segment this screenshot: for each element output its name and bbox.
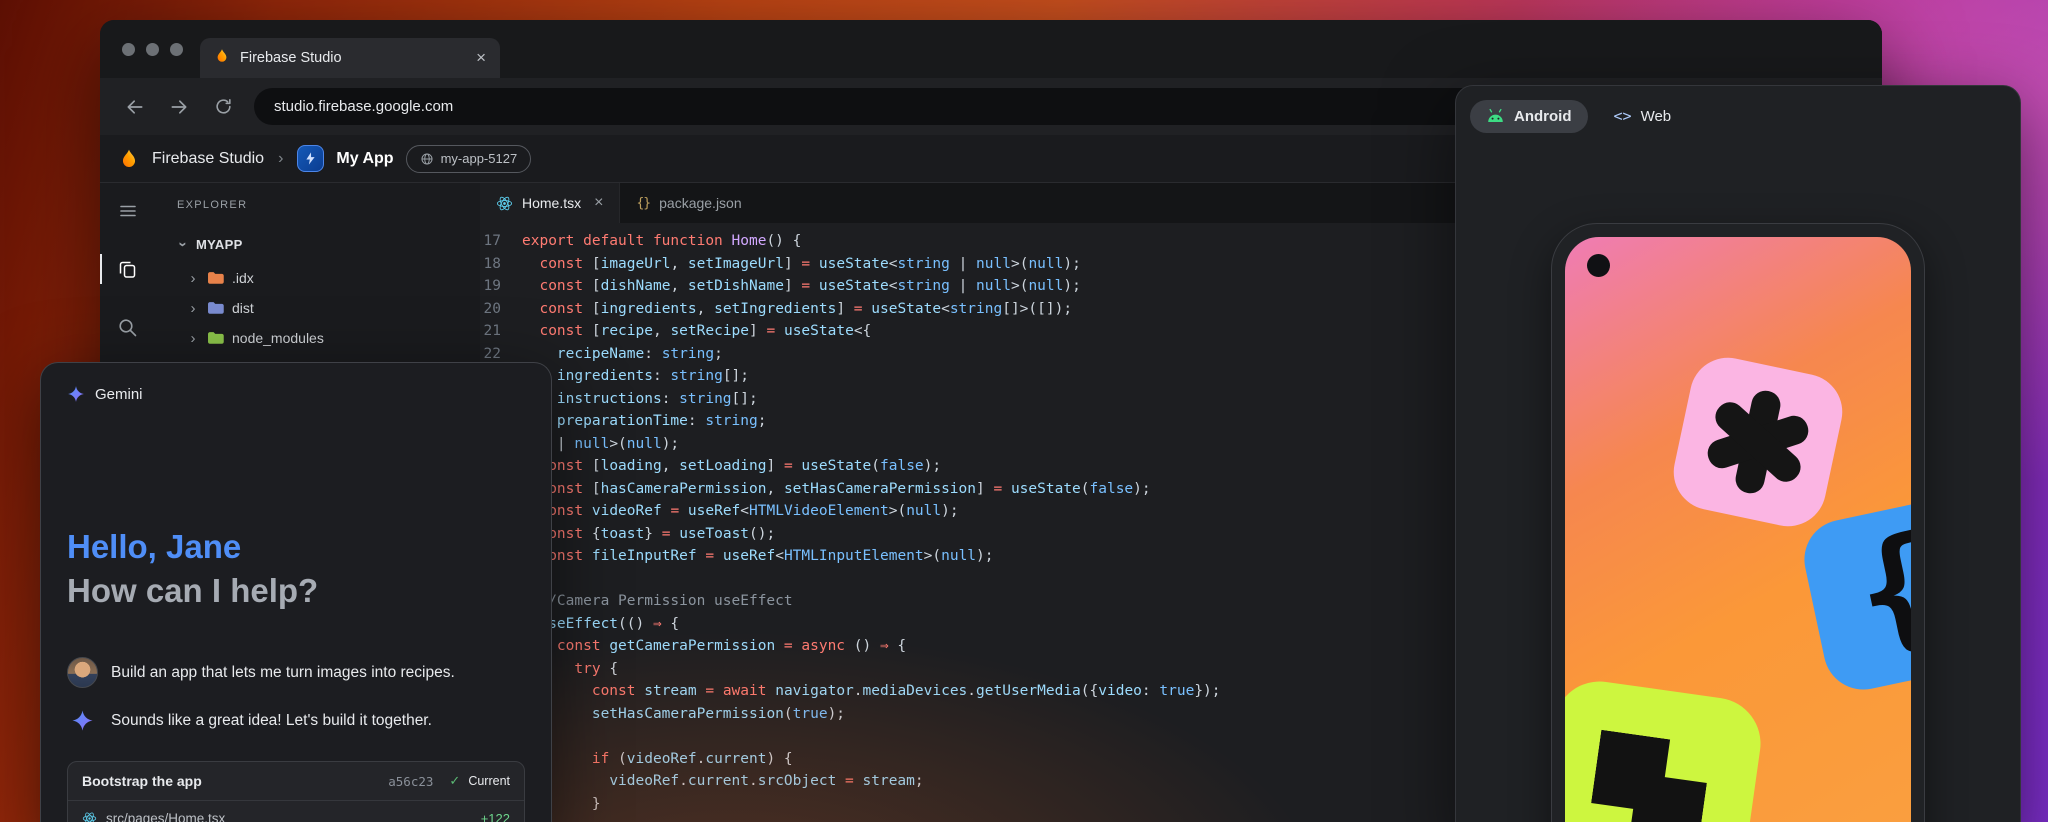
pink-asterisk-tile: [1667, 351, 1850, 534]
folder-name: node_modules: [232, 330, 324, 346]
search-view-button[interactable]: [100, 307, 155, 347]
app-id-icon: [420, 152, 434, 166]
abstract-bracket-icon: [1586, 730, 1712, 822]
editor-tab-label: Home.tsx: [522, 195, 581, 211]
explorer-root-folder[interactable]: › MYAPP: [177, 231, 480, 257]
window-close-button[interactable]: [122, 43, 135, 56]
diff-added-count: +122: [481, 811, 510, 822]
browser-tab-firebase-studio[interactable]: Firebase Studio ×: [200, 38, 500, 78]
browser-tab-title: Firebase Studio: [240, 50, 342, 66]
reload-button[interactable]: [210, 94, 236, 120]
task-card-header[interactable]: Bootstrap the app a56c23 ✓ Current: [68, 762, 524, 800]
chevron-right-icon: ›: [187, 330, 199, 347]
file-path: src/pages/Home.tsx: [106, 811, 472, 822]
blue-brace-tile: {: [1797, 493, 1911, 697]
breadcrumb-separator: ›: [276, 150, 285, 168]
editor-tab-label: package.json: [659, 195, 742, 211]
device-tab-web[interactable]: <> Web: [1598, 99, 1688, 133]
user-message: Build an app that lets me turn images in…: [67, 657, 455, 688]
back-button[interactable]: [122, 94, 148, 120]
camera-punch-hole: [1587, 254, 1610, 277]
user-message-text: Build an app that lets me turn images in…: [111, 664, 455, 682]
check-icon: ✓: [449, 773, 460, 789]
assistant-message: Sounds like a great idea! Let's build it…: [67, 709, 432, 732]
react-icon: [82, 811, 97, 822]
folder-icon: [207, 271, 224, 285]
window-controls: [122, 43, 183, 56]
app-preview-screen[interactable]: {: [1565, 237, 1911, 822]
task-title: Bootstrap the app: [82, 773, 380, 789]
folder-name: .idx: [232, 270, 254, 286]
explorer-item-idx[interactable]: › .idx: [177, 263, 480, 293]
screenshot-root: Firebase Studio × studio.firebase.google…: [0, 0, 2048, 822]
app-name: My App: [336, 150, 393, 168]
folder-icon: [207, 301, 224, 315]
green-bracket-tile: [1565, 676, 1766, 822]
greeting-line-1: Hello, Jane: [67, 525, 318, 569]
search-icon: [117, 317, 138, 338]
gemini-title: Gemini: [95, 386, 143, 403]
gemini-header: Gemini: [67, 385, 143, 403]
app-id-chip[interactable]: my-app-5127: [406, 145, 532, 173]
react-icon: [496, 195, 513, 212]
chevron-right-icon: ›: [187, 300, 199, 317]
explorer-title: EXPLORER: [177, 199, 480, 211]
code-brackets-icon: <>: [1614, 107, 1632, 125]
gemini-greeting: Hello, Jane How can I help?: [67, 525, 318, 613]
hamburger-icon: [118, 201, 138, 221]
folder-icon: [207, 331, 224, 345]
changed-file-row[interactable]: src/pages/Home.tsx +122: [68, 800, 524, 822]
tab-close-icon[interactable]: ×: [476, 48, 486, 68]
firebase-favicon-icon: [214, 48, 230, 69]
user-avatar: [67, 657, 98, 688]
forward-button[interactable]: [166, 94, 192, 120]
app-icon: [297, 145, 324, 172]
json-braces-icon: {}: [636, 196, 650, 211]
product-name: Firebase Studio: [152, 150, 264, 168]
commit-hash: a56c23: [388, 774, 433, 789]
close-tab-icon[interactable]: ×: [594, 194, 603, 212]
window-minimize-button[interactable]: [146, 43, 159, 56]
menu-button[interactable]: [100, 191, 155, 231]
url-text: studio.firebase.google.com: [274, 98, 453, 115]
android-icon: [1486, 108, 1505, 124]
explorer-item-node-modules[interactable]: › node_modules: [177, 323, 480, 353]
chevron-right-icon: ›: [187, 270, 199, 287]
editor-tab-package-json[interactable]: {} package.json: [620, 183, 757, 223]
files-copy-icon: [117, 259, 138, 280]
chevron-down-icon: ›: [175, 238, 192, 250]
browser-titlebar: Firebase Studio ×: [100, 20, 1882, 78]
greeting-line-2: How can I help?: [67, 569, 318, 613]
device-tab-label: Android: [1514, 108, 1572, 125]
folder-name: dist: [232, 300, 254, 316]
device-tab-android[interactable]: Android: [1470, 100, 1588, 133]
device-toggle: Android <> Web: [1470, 99, 1687, 133]
editor-tab-home-tsx[interactable]: Home.tsx ×: [480, 183, 620, 223]
android-phone-mockup: {: [1551, 223, 1925, 822]
explorer-item-dist[interactable]: › dist: [177, 293, 480, 323]
preview-panel: Android <> Web {: [1455, 85, 2021, 822]
gemini-sparkle-icon: [67, 709, 98, 732]
current-status-label: Current: [468, 774, 510, 788]
asterisk-icon: [1696, 380, 1819, 503]
firebase-logo-icon: [118, 148, 140, 170]
assistant-message-text: Sounds like a great idea! Let's build it…: [111, 712, 432, 730]
gemini-sparkle-icon: [67, 385, 85, 403]
gemini-panel: Gemini Hello, Jane How can I help? Build…: [40, 362, 552, 822]
explorer-view-button[interactable]: [100, 249, 155, 289]
curly-brace-icon: {: [1845, 516, 1911, 662]
device-tab-label: Web: [1641, 108, 1672, 125]
window-maximize-button[interactable]: [170, 43, 183, 56]
app-id-label: my-app-5127: [441, 151, 518, 166]
root-folder-label: MYAPP: [196, 237, 243, 252]
bootstrap-task-card[interactable]: Bootstrap the app a56c23 ✓ Current src/p…: [67, 761, 525, 822]
